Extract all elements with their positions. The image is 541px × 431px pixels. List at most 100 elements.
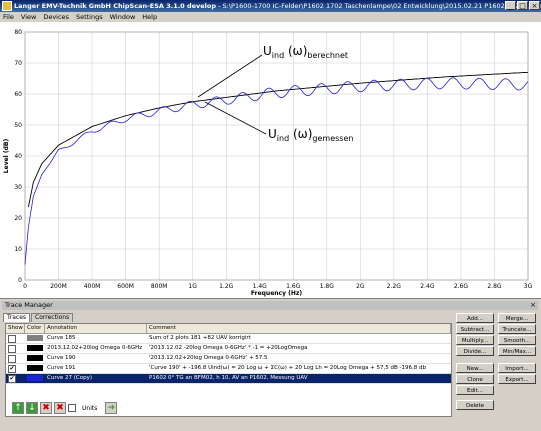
menu-help[interactable]: Help [142, 12, 157, 22]
show-checkbox[interactable] [8, 345, 16, 353]
title-bar: Langer EMV-Technik GmbH ChipScan-ESA 3.1… [0, 0, 541, 12]
show-checkbox[interactable] [8, 335, 16, 343]
row-annotation: Curve 185 [47, 335, 76, 341]
table-row[interactable]: ✔ Curve 27 (Copy) P1602 0° TG an BFM02, h … [6, 374, 451, 384]
trace-manager-title: Trace Manager × [2, 301, 538, 310]
button-subtract[interactable]: Subtract... [456, 324, 494, 334]
tab-corrections[interactable]: Corrections [31, 313, 74, 322]
forward-arrow-icon[interactable]: ➜ [105, 402, 118, 414]
x-tick-label: 200M [50, 283, 67, 290]
y-axis-label: Level (dB) [3, 139, 10, 174]
row-show-cell[interactable] [6, 344, 25, 353]
menu-settings[interactable]: Settings [76, 12, 103, 22]
table-row[interactable]: 2013.12.02+20log Omega 0-6GHz '2013.12.02… [6, 344, 451, 354]
x-tick-label: 2.2G [387, 283, 402, 290]
col-show[interactable]: Show [6, 324, 25, 333]
row-show-cell[interactable] [6, 334, 25, 343]
row-comment: Sum of 2 plots 181 +82 UAV korrigirt [149, 335, 251, 341]
button-edit[interactable]: Edit... [456, 385, 494, 395]
chart-area[interactable]: 0 10 20 30 40 50 60 70 80 0 200M 400M 600M 800M 1G 1.2G… [0, 22, 541, 298]
close-button[interactable]: × [529, 1, 540, 10]
row-show-cell[interactable]: ✔ [6, 364, 25, 373]
annotation-sub1: ind [272, 51, 284, 60]
units-label: Units [82, 404, 98, 412]
button-delete[interactable]: Delete [456, 400, 494, 410]
trace-manager-title-text: Trace Manager [5, 301, 53, 309]
trace-manager-close-icon[interactable]: × [530, 301, 536, 310]
x-tick-label: 600M [117, 283, 134, 290]
row-color-cell[interactable] [25, 334, 45, 343]
table-row[interactable]: ✔ Curve 191 'Curve 190' + -196.8 Uind(ω) =… [6, 364, 451, 374]
button-new[interactable]: New... [456, 363, 494, 373]
row-color-cell[interactable] [25, 344, 45, 353]
x-tick-label: 400M [84, 283, 101, 290]
y-tick-label: 60 [14, 91, 22, 98]
button-smooth[interactable]: Smooth... [498, 335, 536, 345]
x-tick-label: 1.6G [286, 283, 301, 290]
row-color-cell[interactable] [25, 374, 45, 383]
annotation-mid: (ω) [284, 44, 307, 58]
button-minmax[interactable]: Min/Max... [498, 346, 536, 356]
col-annotation[interactable]: Annotation [45, 324, 147, 333]
menu-devices[interactable]: Devices [43, 12, 69, 22]
level-frequency-chart[interactable]: 0 10 20 30 40 50 60 70 80 0 200M 400M 600M 800M 1G 1.2G… [0, 22, 541, 298]
col-color[interactable]: Color [25, 324, 45, 333]
row-color-cell[interactable] [25, 364, 45, 373]
row-annotation: 2013.12.02+20log Omega 0-6GHz [47, 345, 143, 351]
row-comment: '2013.12.02 -20log Omega 0-6GHz' * -1 = … [149, 345, 308, 351]
row-color-cell[interactable] [25, 354, 45, 363]
x-tick-label: 2.8G [487, 283, 502, 290]
maximize-button[interactable]: □ [517, 1, 528, 10]
move-down-icon[interactable]: ↓ [26, 402, 38, 414]
menu-view[interactable]: View [21, 12, 36, 22]
move-up-icon[interactable]: ↑ [12, 402, 24, 414]
row-annotation: Curve 191 [47, 365, 76, 371]
show-checkbox[interactable] [8, 355, 16, 363]
menu-bar: File View Devices Settings Window Help [0, 12, 541, 22]
button-import[interactable]: Import... [498, 363, 536, 373]
menu-file[interactable]: File [3, 12, 14, 22]
minimize-button[interactable]: _ [505, 1, 516, 10]
color-swatch[interactable] [27, 355, 43, 361]
row-annotation: Curve 190 [47, 355, 76, 361]
row-show-cell[interactable]: ✔ [6, 374, 25, 383]
y-tick-label: 70 [14, 60, 22, 67]
y-tick-label: 20 [14, 215, 22, 222]
color-swatch[interactable] [27, 375, 43, 381]
x-tick-label: 3G [524, 283, 533, 290]
x-tick-label: 1.4G [253, 283, 268, 290]
table-rows: Curve 185 Sum of 2 plots 181 +82 UAV korr… [6, 334, 451, 384]
col-comment[interactable]: Comment [147, 324, 451, 333]
tab-traces[interactable]: Traces [3, 313, 31, 322]
button-add[interactable]: Add... [456, 313, 494, 323]
table-row[interactable]: Curve 185 Sum of 2 plots 181 +82 UAV korr… [6, 334, 451, 344]
button-multiply[interactable]: Multiply... [456, 335, 494, 345]
table-row[interactable]: Curve 190 '2013.12.02+20log Omega 0-6GHz'… [6, 354, 451, 364]
annotation-sub2: gemessen [312, 134, 353, 143]
units-checkbox[interactable] [68, 404, 76, 412]
show-checkbox[interactable]: ✔ [8, 365, 16, 373]
row-comment: 'Curve 190' + -196.8 Uind(ω) = 20 Log ω … [149, 365, 427, 371]
menu-window[interactable]: Window [110, 12, 136, 22]
delete-hidden-icon[interactable]: ✖ [54, 402, 66, 414]
row-show-cell[interactable] [6, 354, 25, 363]
annotation-mid: (ω) [289, 127, 312, 141]
row-comment: '2013.12.02+20log Omega 0-6GHz' + 57.5 [149, 355, 268, 361]
window-path: S:\P1600-1700 IC-Felder\P1602 1702 Tasch… [222, 2, 541, 10]
button-clone[interactable]: Clone [456, 374, 494, 384]
button-merge[interactable]: Merge... [498, 313, 536, 323]
button-export[interactable]: Export... [498, 374, 536, 384]
button-divide[interactable]: Divide... [456, 346, 494, 356]
x-tick-label: 800M [151, 283, 168, 290]
show-checkbox[interactable]: ✔ [8, 375, 16, 383]
x-axis-label: Frequency (Hz) [251, 290, 302, 297]
delete-all-icon[interactable]: ✖ [40, 402, 52, 414]
color-swatch[interactable] [27, 335, 43, 341]
y-tick-label: 30 [14, 184, 22, 191]
y-tick-label: 0 [18, 277, 22, 284]
color-swatch[interactable] [27, 345, 43, 351]
row-comment: P1602 0° TG an BFM02, h 10, AV an P1602,… [149, 375, 308, 381]
color-swatch[interactable] [27, 365, 43, 371]
button-truncate[interactable]: Truncate... [498, 324, 536, 334]
x-tick-label: 2.6G [454, 283, 469, 290]
